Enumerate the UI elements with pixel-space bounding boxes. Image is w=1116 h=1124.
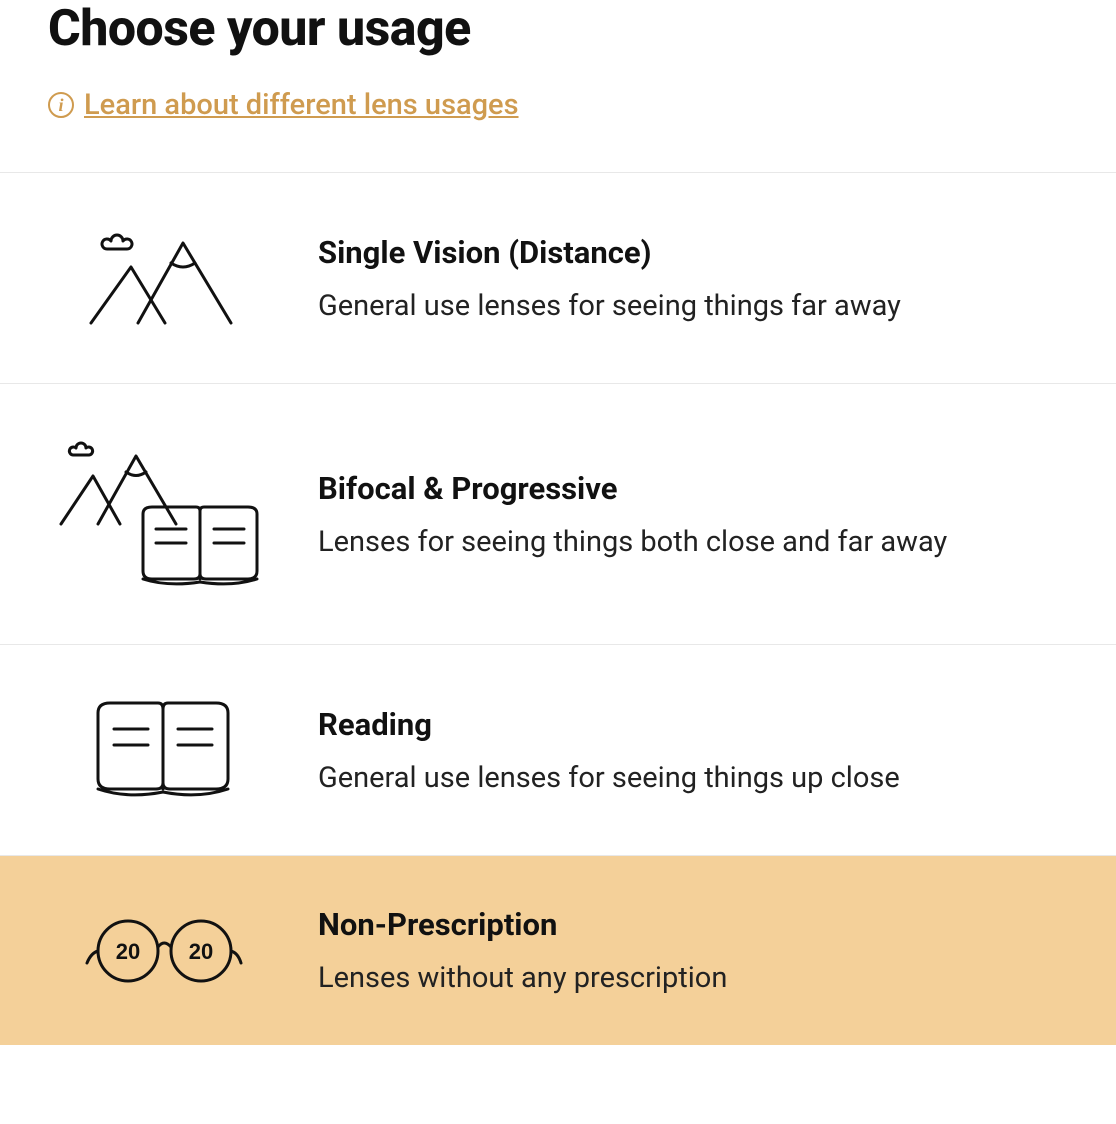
- info-icon: i: [48, 92, 74, 118]
- option-single-vision[interactable]: Single Vision (Distance) General use len…: [0, 172, 1116, 383]
- option-title: Single Vision (Distance): [318, 234, 1096, 271]
- svg-text:20: 20: [116, 939, 140, 964]
- book-icon: [48, 695, 278, 805]
- option-desc: General use lenses for seeing things up …: [318, 761, 1096, 795]
- mountain-book-icon: [48, 434, 278, 594]
- option-desc: Lenses for seeing things both close and …: [318, 525, 1096, 559]
- option-title: Reading: [318, 706, 1096, 743]
- page-title: Choose your usage: [48, 0, 1116, 58]
- svg-text:20: 20: [189, 939, 213, 964]
- option-desc: General use lenses for seeing things far…: [318, 289, 1096, 323]
- option-title: Non-Prescription: [318, 906, 1096, 943]
- glasses-2020-icon: 20 20: [48, 911, 278, 991]
- learn-link[interactable]: Learn about different lens usages: [84, 88, 519, 122]
- option-bifocal-progressive[interactable]: Bifocal & Progressive Lenses for seeing …: [0, 383, 1116, 644]
- option-reading[interactable]: Reading General use lenses for seeing th…: [0, 644, 1116, 855]
- option-desc: Lenses without any prescription: [318, 961, 1096, 995]
- mountain-icon: [48, 223, 278, 333]
- option-non-prescription[interactable]: 20 20 Non-Prescription Lenses without an…: [0, 855, 1116, 1045]
- options-list: Single Vision (Distance) General use len…: [0, 172, 1116, 1045]
- learn-link-row[interactable]: i Learn about different lens usages: [48, 88, 1116, 122]
- option-title: Bifocal & Progressive: [318, 470, 1096, 507]
